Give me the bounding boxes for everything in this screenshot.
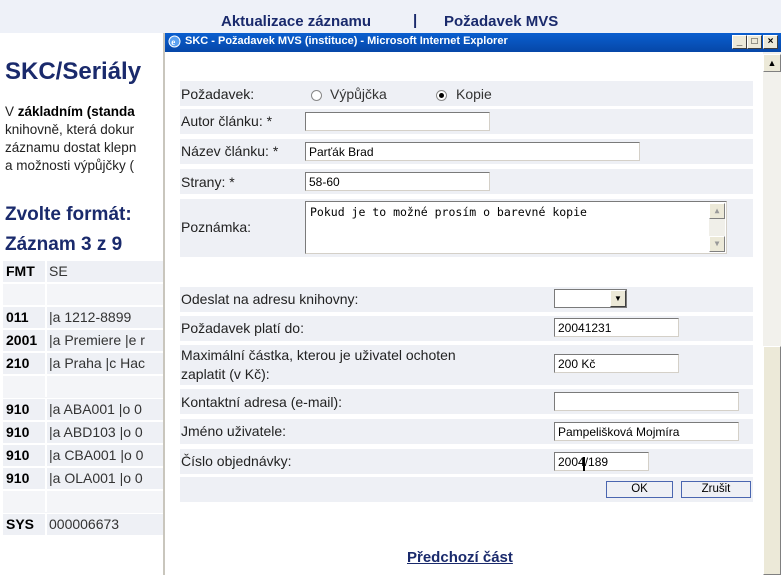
- record-row: SYS 000006673: [3, 514, 163, 535]
- popup-window: e SKC - Požadavek MVS (instituce) - Micr…: [163, 33, 781, 575]
- text-cursor-icon: [583, 457, 585, 471]
- valid-until-label: Požadavek platí do:: [181, 320, 304, 336]
- mvs-request-link[interactable]: Požadavek MVS: [444, 13, 558, 30]
- note-label: Poznámka:: [181, 219, 252, 235]
- internet-explorer-icon: e: [168, 35, 181, 48]
- record-row: 011 |a 1212-8899: [3, 307, 163, 328]
- record-row: [3, 491, 163, 513]
- popup-scrollbar[interactable]: ▲: [763, 52, 781, 575]
- top-link-separator: |: [413, 12, 418, 29]
- order-number-label: Číslo objednávky:: [181, 453, 292, 469]
- note-textarea[interactable]: Pokud je to možné prosím o barevné kopie…: [305, 201, 727, 254]
- dropdown-arrow-icon[interactable]: ▼: [610, 290, 626, 307]
- intro-line-3: záznamu dostat klepn: [5, 140, 137, 155]
- background-top-bar: [0, 0, 781, 33]
- scroll-up-arrow-icon[interactable]: ▲: [763, 54, 781, 72]
- svg-text:e: e: [171, 37, 175, 47]
- contact-email-input[interactable]: [554, 392, 739, 411]
- maximize-button[interactable]: □: [747, 35, 762, 49]
- close-button[interactable]: ×: [763, 35, 778, 49]
- max-amount-label-line1: Maximální částka, kterou je uživatel och…: [181, 347, 456, 363]
- author-label: Autor článku: *: [181, 113, 273, 129]
- author-input[interactable]: [305, 112, 490, 131]
- user-name-label: Jméno uživatele:: [181, 423, 287, 439]
- send-to-label: Odeslat na adresu knihovny:: [181, 291, 359, 307]
- record-row: 910 |a OLA001 |o 0: [3, 468, 163, 489]
- pages-input[interactable]: 58-60: [305, 172, 490, 191]
- article-title-label: Název článku: *: [181, 143, 279, 159]
- record-row: 910 |a CBA001 |o 0: [3, 445, 163, 466]
- intro-line-4: a možnosti výpůjčky (: [5, 158, 135, 173]
- contact-email-label: Kontaktní adresa (e-mail):: [181, 394, 343, 410]
- record-row: FMT SE: [3, 261, 163, 282]
- record-row: 910 |a ABD103 |o 0: [3, 422, 163, 443]
- request-loan-label[interactable]: Výpůjčka: [330, 86, 387, 102]
- note-scroll-down-icon[interactable]: ▼: [709, 236, 725, 252]
- record-heading: Záznam 3 z 9: [5, 234, 123, 255]
- cancel-button[interactable]: Zrušit: [681, 481, 751, 498]
- note-text: Pokud je to možné prosím o barevné kopie: [310, 205, 587, 219]
- intro-paragraph: V základním (standa knihovně, která doku…: [5, 103, 163, 175]
- record-row: 2001 |a Premiere |e r: [3, 330, 163, 351]
- scroll-thumb[interactable]: [763, 346, 781, 575]
- max-amount-label-line2: zaplatit (v Kč):: [181, 366, 270, 382]
- send-to-select[interactable]: ▼: [554, 289, 627, 308]
- request-type-label: Požadavek:: [181, 86, 255, 102]
- valid-until-input[interactable]: 20041231: [554, 318, 679, 337]
- record-row: 910 |a ABA001 |o 0: [3, 399, 163, 420]
- pages-label: Strany: *: [181, 174, 235, 190]
- record-row: [3, 284, 163, 305]
- previous-part-link[interactable]: Předchozí část: [407, 549, 513, 566]
- note-scrollbar[interactable]: ▲ ▼: [709, 203, 725, 252]
- update-record-link[interactable]: Aktualizace záznamu: [221, 13, 371, 30]
- format-heading: Zvolte formát:: [5, 204, 132, 225]
- intro-line-1: V základním (standa: [5, 104, 135, 119]
- request-copy-label[interactable]: Kopie: [456, 86, 492, 102]
- request-loan-radio[interactable]: [311, 90, 322, 101]
- order-number-input[interactable]: 2004/189: [554, 452, 649, 471]
- popup-title: SKC - Požadavek MVS (instituce) - Micros…: [185, 35, 508, 47]
- minimize-button[interactable]: _: [732, 35, 747, 49]
- popup-title-bar[interactable]: e SKC - Požadavek MVS (instituce) - Micr…: [165, 33, 781, 52]
- intro-line-2: knihovně, která dokur: [5, 122, 135, 137]
- note-scroll-up-icon[interactable]: ▲: [709, 203, 725, 219]
- record-row: 210 |a Praha |c Hac: [3, 353, 163, 374]
- request-copy-radio[interactable]: [436, 90, 447, 101]
- page-title: SKC/Seriály: [5, 58, 142, 85]
- article-title-input[interactable]: Parťák Brad: [305, 142, 640, 161]
- max-amount-input[interactable]: 200 Kč: [554, 354, 679, 373]
- user-name-input[interactable]: Pampelišková Mojmíra: [554, 422, 739, 441]
- ok-button[interactable]: OK: [606, 481, 673, 498]
- record-row: [3, 376, 163, 398]
